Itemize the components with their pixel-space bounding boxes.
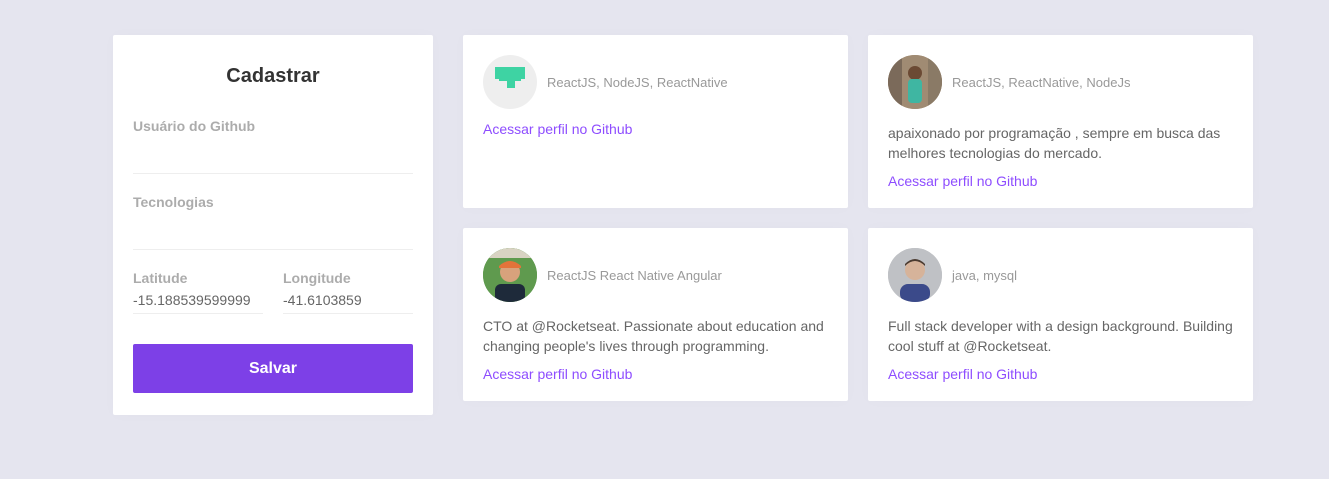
longitude-input[interactable] xyxy=(283,286,413,314)
dev-card: ReactJS React Native Angular CTO at @Roc… xyxy=(463,228,848,401)
github-profile-link[interactable]: Acessar perfil no Github xyxy=(483,366,632,382)
techs-label: Tecnologias xyxy=(133,194,214,210)
github-username-input[interactable] xyxy=(133,134,413,174)
dev-card: java, mysql Full stack developer with a … xyxy=(868,228,1253,401)
latitude-input[interactable] xyxy=(133,286,263,314)
dev-techs: ReactJS React Native Angular xyxy=(547,267,722,283)
github-username-group: Usuário do Github xyxy=(133,118,413,174)
form-title: Cadastrar xyxy=(226,65,320,87)
longitude-label: Longitude xyxy=(283,270,351,286)
save-button[interactable]: Salvar xyxy=(133,344,413,393)
dev-bio: CTO at @Rocketseat. Passionate about edu… xyxy=(483,318,824,354)
dev-card-header: ReactJS, NodeJS, ReactNative xyxy=(483,55,828,109)
dev-card-header: ReactJS, ReactNative, NodeJs xyxy=(888,55,1233,109)
dev-card-header: java, mysql xyxy=(888,248,1233,302)
person-avatar-icon xyxy=(888,55,942,109)
coordinates-row: Latitude Longitude xyxy=(133,270,413,314)
dev-bio: Full stack developer with a design backg… xyxy=(888,318,1233,354)
logo-avatar-icon xyxy=(483,55,537,109)
dev-card: ReactJS, ReactNative, NodeJs apaixonado … xyxy=(868,35,1253,208)
dev-card: ReactJS, NodeJS, ReactNative Acessar per… xyxy=(463,35,848,208)
github-profile-link[interactable]: Acessar perfil no Github xyxy=(888,366,1037,382)
dev-card-header: ReactJS React Native Angular xyxy=(483,248,828,302)
techs-input[interactable] xyxy=(133,210,413,250)
person-avatar-icon xyxy=(483,248,537,302)
person-avatar-icon xyxy=(888,248,942,302)
techs-group: Tecnologias xyxy=(133,194,413,250)
dev-techs: java, mysql xyxy=(952,267,1018,283)
latitude-group: Latitude xyxy=(133,270,263,314)
latitude-label: Latitude xyxy=(133,270,188,286)
dev-bio: apaixonado por programação , sempre em b… xyxy=(888,125,1221,161)
github-profile-link[interactable]: Acessar perfil no Github xyxy=(888,173,1037,189)
dev-techs: ReactJS, ReactNative, NodeJs xyxy=(952,74,1131,90)
github-profile-link[interactable]: Acessar perfil no Github xyxy=(483,121,632,137)
github-username-label: Usuário do Github xyxy=(133,118,256,134)
longitude-group: Longitude xyxy=(283,270,413,314)
register-panel: Cadastrar Usuário do Github Tecnologias … xyxy=(113,35,433,415)
dev-techs: ReactJS, NodeJS, ReactNative xyxy=(547,74,728,90)
